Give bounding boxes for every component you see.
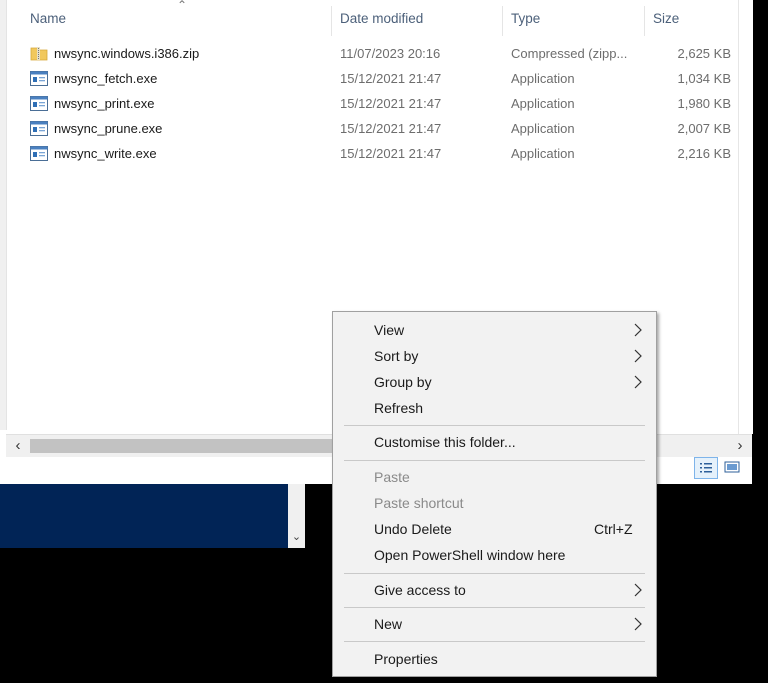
file-type: Application [511,121,575,136]
menu-item-label: Give access to [374,582,466,598]
file-date: 15/12/2021 21:47 [340,96,442,111]
chevron-right-icon [634,617,642,631]
menu-item-label: Refresh [374,400,424,416]
column-header-name[interactable]: Name [30,0,66,38]
menu-item-label: Undo Delete [374,521,452,537]
file-name: nwsync_fetch.exe [54,71,158,86]
application-icon [30,146,48,161]
file-size: 2,216 KB [677,146,732,161]
file-row[interactable]: nwsync_print.exe 15/12/2021 21:47 Applic… [6,91,738,116]
chevron-right-icon [634,583,642,597]
column-header: ⌃ Name Date modified Type Size [6,0,738,38]
menu-item-shortcut: Ctrl+Z [594,521,633,537]
vertical-scrollbar[interactable] [738,0,753,434]
menu-item-refresh[interactable]: Refresh [333,395,656,421]
menu-item-label: Open PowerShell window here [374,547,566,563]
scroll-right-icon[interactable]: › [730,435,750,457]
file-date: 15/12/2021 21:47 [340,146,442,161]
file-name: nwsync.windows.i386.zip [54,46,200,61]
menu-separator [344,641,645,642]
file-row[interactable]: nwsync_prune.exe 15/12/2021 21:47 Applic… [6,116,738,141]
application-icon [30,96,48,111]
menu-item-label: View [374,322,405,338]
chevron-down-icon[interactable]: ⌄ [288,528,305,546]
file-name: nwsync_write.exe [54,146,157,161]
scroll-left-icon[interactable]: ‹ [8,435,28,457]
file-size: 1,034 KB [677,71,732,86]
menu-item-group-by[interactable]: Group by [333,369,656,395]
menu-item-paste-shortcut[interactable]: Paste shortcut [333,490,656,516]
column-header-type[interactable]: Type [511,0,540,38]
file-list: nwsync.windows.i386.zip 11/07/2023 20:16… [6,41,738,166]
menu-item-label: Sort by [374,348,419,364]
sort-ascending-icon: ⌃ [177,0,188,12]
chevron-right-icon [634,349,642,363]
file-date: 11/07/2023 20:16 [340,46,441,61]
large-icons-view-button[interactable] [721,457,745,479]
menu-item-view[interactable]: View [333,317,656,343]
file-name: nwsync_print.exe [54,96,155,111]
menu-item-open-powershell[interactable]: Open PowerShell window here [333,542,656,568]
application-icon [30,71,48,86]
menu-item-label: Paste [374,469,410,485]
menu-item-label: Group by [374,374,432,390]
chevron-right-icon [634,375,642,389]
menu-item-properties[interactable]: Properties [333,646,656,672]
file-type: Application [511,96,575,111]
file-row[interactable]: nwsync.windows.i386.zip 11/07/2023 20:16… [6,41,738,66]
file-date: 15/12/2021 21:47 [340,121,442,136]
menu-item-new[interactable]: New [333,611,656,637]
file-size: 1,980 KB [677,96,732,111]
column-divider[interactable] [331,6,332,36]
file-size: 2,625 KB [677,46,732,61]
menu-item-customise-folder[interactable]: Customise this folder... [333,429,656,455]
file-type: Application [511,146,575,161]
file-type: Compressed (zipp... [511,46,628,61]
menu-item-give-access[interactable]: Give access to [333,577,656,603]
file-row[interactable]: nwsync_write.exe 15/12/2021 21:47 Applic… [6,141,738,166]
powershell-scrollbar[interactable]: ⌄ [288,484,305,548]
menu-item-sort-by[interactable]: Sort by [333,343,656,369]
details-view-button[interactable] [694,457,718,479]
menu-item-undo-delete[interactable]: Undo Delete Ctrl+Z [333,516,656,542]
file-date: 15/12/2021 21:47 [340,71,442,86]
column-header-date[interactable]: Date modified [340,0,423,38]
zip-folder-icon [30,47,48,61]
file-size: 2,007 KB [677,121,732,136]
menu-item-label: Customise this folder... [374,434,516,450]
column-divider[interactable] [644,6,645,36]
file-type: Application [511,71,575,86]
file-row[interactable]: nwsync_fetch.exe 15/12/2021 21:47 Applic… [6,66,738,91]
menu-separator [344,460,645,461]
menu-item-label: New [374,616,403,632]
menu-item-paste[interactable]: Paste [333,464,656,490]
menu-item-label: Properties [374,651,438,667]
context-menu: View Sort by Group by Refresh Customise … [332,311,657,677]
menu-separator [344,425,645,426]
menu-separator [344,607,645,608]
application-icon [30,121,48,136]
large-icons-view-icon [724,461,740,473]
column-divider[interactable] [502,6,503,36]
chevron-right-icon [634,323,642,337]
file-name: nwsync_prune.exe [54,121,163,136]
menu-separator [344,573,645,574]
menu-item-label: Paste shortcut [374,495,464,511]
powershell-window[interactable] [0,484,290,548]
details-view-icon [700,463,712,473]
column-header-size[interactable]: Size [653,0,679,38]
